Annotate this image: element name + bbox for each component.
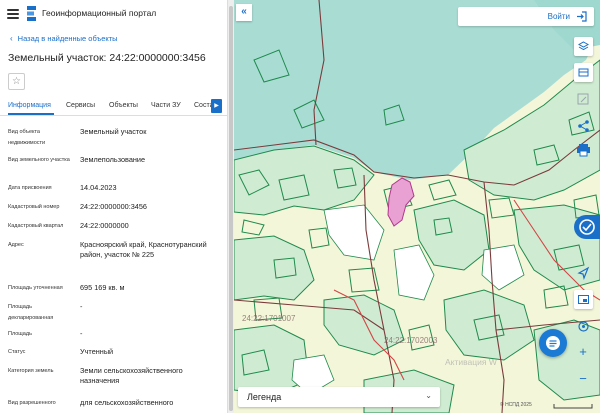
- attribute-label: Категория земель: [8, 368, 54, 374]
- tab-objects[interactable]: Объекты: [109, 102, 138, 109]
- print-icon: [577, 144, 590, 157]
- basemap-button[interactable]: [574, 63, 593, 82]
- login-button[interactable]: Войти: [458, 7, 594, 26]
- collapse-panel-button[interactable]: «: [236, 4, 252, 21]
- info-panel: Геоинформационный портал ‹ Назад в найден…: [0, 0, 228, 413]
- attribute-value: Земли сельскохозяйственного назначения: [80, 366, 183, 385]
- back-to-results-link[interactable]: ‹ Назад в найденные объекты: [10, 34, 118, 43]
- attribute-label: Дата присвоения: [8, 185, 52, 191]
- chat-icon: [546, 336, 560, 350]
- layers-button[interactable]: [574, 37, 593, 56]
- portal-title: Геоинформационный портал: [42, 8, 157, 18]
- attribute-value: 24:22:0000000: [80, 221, 129, 230]
- favorite-star-icon[interactable]: ☆: [8, 73, 25, 90]
- cadastral-quarter-label: 24:22:1701007: [242, 314, 296, 323]
- active-tab-indicator: [8, 113, 54, 115]
- minimap-icon: [578, 295, 589, 304]
- attribute-value: Учтенный: [80, 347, 114, 356]
- navigation-button[interactable]: [575, 265, 592, 282]
- chevron-down-icon: ⌄: [425, 391, 432, 400]
- attribute-label: Площадь декларированная: [8, 304, 54, 321]
- map-copyright: © НСПД 2025: [500, 402, 532, 408]
- attribute-label: Площадь уточненная: [8, 285, 63, 291]
- legend-dropdown[interactable]: Легенда ⌄: [238, 387, 440, 407]
- object-tabs: Информация Сервисы Объекты Части ЗУ Сост…: [0, 98, 227, 116]
- navigation-arrow-icon: [577, 266, 590, 280]
- tab-services[interactable]: Сервисы: [66, 102, 95, 109]
- attribute-label: Вид разрешенного: [8, 400, 56, 406]
- attribute-label: Адрес: [8, 242, 24, 248]
- gosuslugi-button[interactable]: [574, 215, 600, 239]
- attribute-value: -: [80, 329, 83, 338]
- back-link-label: Назад в найденные объекты: [17, 34, 118, 43]
- tab-parcel-parts[interactable]: Части ЗУ: [151, 102, 181, 109]
- tabs-scroll-right-icon[interactable]: ▶: [211, 99, 222, 113]
- attribute-value: -: [80, 302, 83, 311]
- object-title: Земельный участок: 24:22:0000000:3456: [8, 52, 206, 64]
- gosuslugi-logo-icon: [579, 219, 595, 235]
- attribute-label: Вид земельного участка: [8, 157, 70, 163]
- attribute-label: Вид объекта недвижимости: [8, 129, 46, 146]
- attribute-label: Площадь: [8, 331, 32, 337]
- attribute-value: Красноярский край, Краснотуранский район…: [80, 240, 207, 259]
- zoom-out-button[interactable]: −: [575, 372, 591, 388]
- chevron-left-icon: ‹: [10, 34, 13, 43]
- legend-label: Легенда: [247, 392, 282, 402]
- draw-tool-button[interactable]: [575, 91, 592, 108]
- locate-button[interactable]: [575, 318, 592, 335]
- attribute-value: 14.04.2023: [80, 183, 117, 192]
- app-header: Геоинформационный портал: [0, 0, 227, 28]
- attribute-value: Земельный участок: [80, 127, 147, 136]
- minimap-button[interactable]: [574, 290, 593, 309]
- cadastral-quarter-label: 24:22:1702003: [384, 336, 438, 345]
- attribute-value: 24:22:0000000:3456: [80, 202, 147, 211]
- attribute-label: Кадастровый квартал: [8, 223, 64, 229]
- login-arrow-icon: [577, 11, 587, 22]
- portal-logo-icon: [27, 6, 36, 21]
- hamburger-menu-icon[interactable]: [7, 9, 19, 19]
- tab-information[interactable]: Информация: [8, 102, 51, 109]
- locate-icon: [578, 321, 589, 332]
- attribute-value: Землепользование: [80, 155, 146, 164]
- attribute-label: Кадастровый номер: [8, 204, 60, 210]
- login-button-label: Войти: [547, 12, 570, 21]
- share-button[interactable]: [575, 117, 592, 134]
- panel-scrollbar-thumb[interactable]: [229, 6, 233, 411]
- attribute-label: Статус: [8, 349, 26, 355]
- layers-icon: [578, 41, 589, 51]
- print-button[interactable]: [575, 141, 592, 158]
- share-icon: [578, 120, 589, 132]
- basemap-icon: [578, 68, 589, 77]
- activation-watermark: Активация W: [445, 357, 497, 367]
- zoom-in-button[interactable]: +: [575, 344, 591, 360]
- attribute-value: для сельскохозяйственного: [80, 398, 174, 407]
- selected-parcel-highlight: [387, 177, 415, 227]
- attribute-value: 695 169 кв. м: [80, 283, 125, 292]
- map-scale-bar: [553, 404, 593, 409]
- chat-support-button[interactable]: [539, 329, 567, 357]
- draw-icon: [577, 93, 589, 105]
